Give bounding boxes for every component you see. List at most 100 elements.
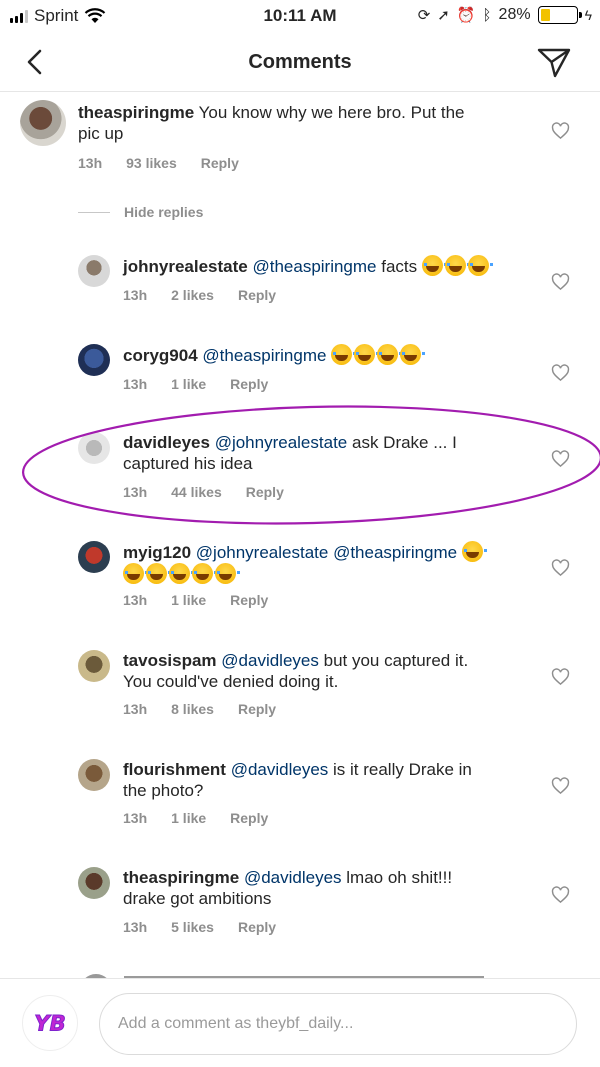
mention-link[interactable]: @davidleyes: [231, 760, 329, 779]
comment-text-line2: the photo?: [123, 781, 204, 800]
emoji-group: [331, 344, 426, 365]
comment-text: but you captured it.: [323, 651, 469, 670]
reply-button[interactable]: Reply: [230, 376, 268, 392]
reply-button[interactable]: Reply: [246, 484, 284, 500]
hide-replies-button[interactable]: Hide replies: [78, 204, 203, 220]
tears-of-joy-icon: [123, 563, 148, 584]
avatar[interactable]: [78, 759, 110, 791]
tears-of-joy-icon: [146, 563, 171, 584]
comment-text-line2: You could've denied doing it.: [123, 672, 339, 691]
comment-meta: 13h 8 likes Reply: [123, 701, 276, 717]
reply-button[interactable]: Reply: [230, 810, 268, 826]
heart-icon[interactable]: [551, 364, 570, 382]
comment-username[interactable]: theaspiringme: [123, 868, 239, 887]
avatar[interactable]: [78, 344, 110, 376]
tears-of-joy-icon: [354, 344, 380, 365]
comment-time: 13h: [123, 484, 148, 500]
mention-link[interactable]: @johnyrealestate: [215, 433, 348, 452]
comment-username[interactable]: myig120: [123, 543, 191, 562]
avatar[interactable]: [78, 541, 110, 573]
comment-username[interactable]: theaspiringme: [78, 103, 194, 122]
comment-likes[interactable]: 1 like: [171, 376, 206, 392]
mention-link[interactable]: @theaspiringme: [202, 346, 326, 365]
comment-likes[interactable]: 44 likes: [171, 484, 222, 500]
avatar[interactable]: [20, 100, 66, 146]
battery-icon: [537, 6, 582, 24]
comment-username[interactable]: johnyrealestate: [123, 257, 248, 276]
tears-of-joy-icon: [192, 563, 217, 584]
comment-meta: 13h 1 like Reply: [123, 376, 268, 392]
avatar[interactable]: [78, 650, 110, 682]
profile-avatar-logo[interactable]: YB: [22, 995, 78, 1051]
comment-meta: 13h 44 likes Reply: [123, 484, 284, 500]
tears-of-joy-icon: [400, 344, 426, 365]
avatar[interactable]: [78, 867, 110, 899]
comment-text: facts: [381, 257, 418, 276]
heart-icon[interactable]: [551, 450, 570, 468]
mention-link[interactable]: @johnyrealestate: [196, 543, 329, 562]
header: Comments: [0, 34, 600, 92]
comment-likes[interactable]: 1 like: [171, 810, 206, 826]
tears-of-joy-icon: [421, 255, 447, 276]
reply-button[interactable]: Reply: [230, 592, 268, 608]
tears-of-joy-icon: [169, 563, 194, 584]
comment-likes[interactable]: 93 likes: [126, 155, 177, 171]
avatar[interactable]: [78, 432, 110, 464]
reply-button[interactable]: Reply: [238, 287, 276, 303]
tears-of-joy-icon: [467, 255, 493, 276]
comment-meta: 13h 2 likes Reply: [123, 287, 276, 303]
mention-link[interactable]: @davidleyes: [221, 651, 319, 670]
heart-icon[interactable]: [551, 273, 570, 291]
comment-text: lmao oh shit!!!: [346, 868, 453, 887]
comment-input[interactable]: [99, 993, 577, 1055]
rotation-lock-icon: ⟳: [417, 6, 431, 24]
comment-body: myig120 @johnyrealestate @theaspiringme: [123, 541, 543, 585]
comment-meta: 13h 1 like Reply: [123, 592, 268, 608]
heart-icon[interactable]: [551, 886, 570, 904]
comment-time: 13h: [123, 919, 148, 935]
comment-time: 13h: [123, 810, 148, 826]
comment-username[interactable]: coryg904: [123, 346, 198, 365]
comment-likes[interactable]: 5 likes: [171, 919, 214, 935]
comment-time: 13h: [123, 592, 148, 608]
status-bar: Sprint 10:11 AM ⟳ ➚ ⏰ ᛒ 28% ϟ: [0, 0, 600, 34]
heart-icon[interactable]: [551, 559, 570, 577]
comment-username[interactable]: davidleyes: [123, 433, 210, 452]
paper-plane-icon[interactable]: [536, 44, 572, 80]
comment-text-line2: drake got ambitions: [123, 889, 272, 908]
comment-meta: 13h 5 likes Reply: [123, 919, 276, 935]
tears-of-joy-icon: [331, 344, 357, 365]
heart-icon[interactable]: [551, 777, 570, 795]
reply-button[interactable]: Reply: [201, 155, 239, 171]
comment-likes[interactable]: 8 likes: [171, 701, 214, 717]
mention-link[interactable]: @davidleyes: [244, 868, 342, 887]
comment-body: johnyrealestate @theaspiringme facts: [123, 255, 543, 277]
comment-body: coryg904 @theaspiringme: [123, 344, 543, 366]
charging-icon: ϟ: [584, 7, 592, 23]
comment-text: ask Drake ... I: [351, 433, 457, 452]
location-icon: ➚: [437, 6, 450, 24]
hide-replies-divider: [78, 211, 110, 213]
comment-likes[interactable]: 1 like: [171, 592, 206, 608]
page-title: Comments: [248, 51, 352, 73]
comment-time: 13h: [123, 701, 148, 717]
comment-likes[interactable]: 2 likes: [171, 287, 214, 303]
comment-body: theaspiringme @davidleyes lmao oh shit!!…: [123, 867, 543, 909]
mention-link[interactable]: @theaspiringme: [333, 543, 457, 562]
heart-icon[interactable]: [551, 122, 570, 140]
comment-username[interactable]: flourishment: [123, 760, 226, 779]
svg-text:YB: YB: [34, 1012, 66, 1037]
avatar[interactable]: [78, 255, 110, 287]
heart-icon[interactable]: [551, 668, 570, 686]
comment-time: 13h: [123, 287, 148, 303]
reply-button[interactable]: Reply: [238, 919, 276, 935]
comment-body: flourishment @davidleyes is it really Dr…: [123, 759, 543, 801]
tears-of-joy-icon: [461, 541, 487, 562]
tears-of-joy-icon: [377, 344, 403, 365]
comment-time: 13h: [78, 155, 103, 171]
comment-body: theaspiringme You know why we here bro. …: [78, 102, 518, 144]
comment-text-line2: captured his idea: [123, 454, 253, 473]
comment-username[interactable]: tavosispam: [123, 651, 217, 670]
mention-link[interactable]: @theaspiringme: [252, 257, 376, 276]
reply-button[interactable]: Reply: [238, 701, 276, 717]
